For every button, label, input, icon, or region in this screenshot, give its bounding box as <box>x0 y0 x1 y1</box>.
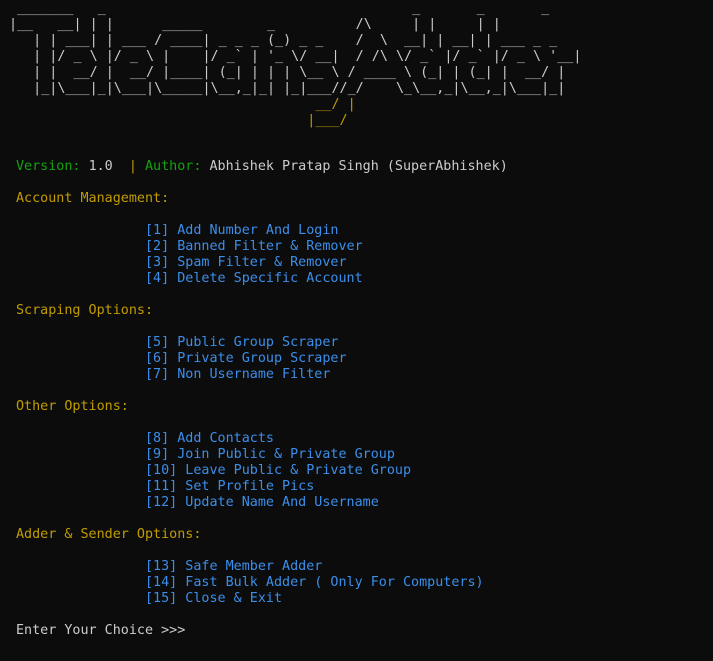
banner-line: | | __/ | __/ |____| (_| | | | \__ \ / _… <box>9 65 566 80</box>
menu-item: [7] Non Username Filter <box>145 367 331 382</box>
author-value: Abhishek Pratap Singh (SuperAbhishek) <box>209 159 508 174</box>
banner-line: _______ _ _ _ _ <box>9 1 558 16</box>
menu-item: [8] Add Contacts <box>145 431 274 446</box>
menu-item: [13] Safe Member Adder <box>145 559 323 574</box>
terminal-window: _______ _ _ _ _ |__ __| | | _____ _ /\ |… <box>0 0 713 661</box>
section-heading-other: Other Options: <box>16 399 129 414</box>
banner-line: |__ __| | | _____ _ /\ | | | | <box>9 17 550 32</box>
ascii-banner: _______ _ _ _ _ |__ __| | | _____ _ /\ |… <box>9 1 581 129</box>
version-value: 1.0 <box>88 159 113 174</box>
banner-line: |_|\___|_|\___|\_____|\__,_|_| |_|___//_… <box>9 81 566 96</box>
banner-line: | |/ _ \ |/ _ \ | |/ _` | '_ \/ __| / /\… <box>9 49 582 64</box>
author-label: Author: <box>145 159 202 174</box>
menu-item: [5] Public Group Scraper <box>145 335 339 350</box>
menu-item: [10] Leave Public & Private Group <box>145 463 412 478</box>
menu-item: [4] Delete Specific Account <box>145 271 363 286</box>
version-label: Version: <box>16 159 81 174</box>
section-heading-adder: Adder & Sender Options: <box>16 527 202 542</box>
menu-item: [11] Set Profile Pics <box>145 479 315 494</box>
menu-item: [14] Fast Bulk Adder ( Only For Computer… <box>145 575 484 590</box>
info-line: Version: 1.0 | Author: Abhishek Pratap S… <box>16 159 508 175</box>
menu-item: [3] Spam Filter & Remover <box>145 255 347 270</box>
section-heading-account: Account Management: <box>16 191 170 206</box>
banner-line: | | ___| | ___ / ____| _ _ _ (_) _ _ / \… <box>9 33 558 48</box>
banner-line: __/ | <box>9 97 356 112</box>
menu-item: [15] Close & Exit <box>145 591 283 606</box>
menu-item: [12] Update Name And Username <box>145 495 379 510</box>
menu-item: [2] Banned Filter & Remover <box>145 239 363 254</box>
section-heading-scraping: Scraping Options: <box>16 303 154 318</box>
menu-item: [6] Private Group Scraper <box>145 351 347 366</box>
menu-item: [1] Add Number And Login <box>145 223 339 238</box>
info-separator: | <box>128 159 137 174</box>
choice-prompt[interactable]: Enter Your Choice >>> <box>16 623 193 639</box>
menu-item: [9] Join Public & Private Group <box>145 447 395 462</box>
banner-line: |___/ <box>9 113 348 128</box>
